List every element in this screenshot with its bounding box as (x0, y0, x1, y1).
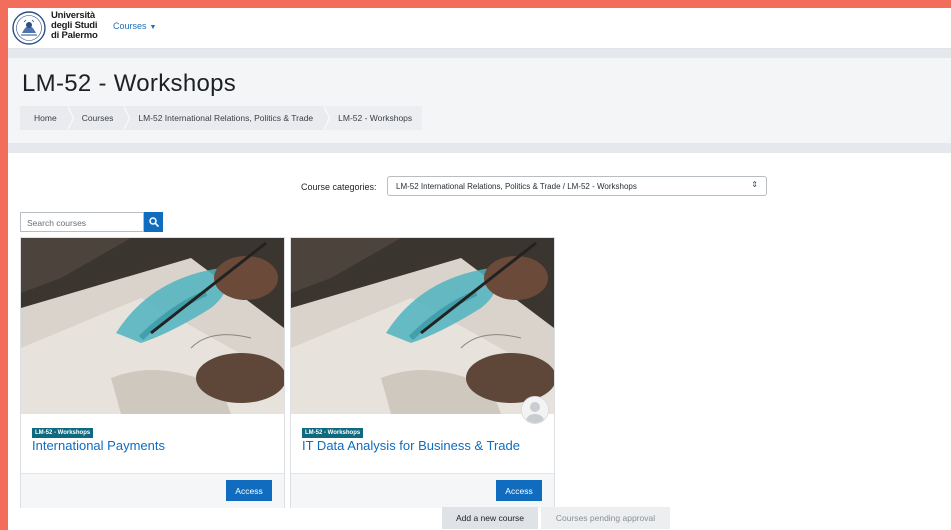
course-title-link[interactable]: International Payments (32, 438, 165, 453)
access-button[interactable]: Access (496, 480, 542, 501)
search-box (20, 212, 151, 232)
breadcrumb-home[interactable]: Home (20, 106, 74, 130)
university-seal-icon[interactable] (12, 11, 46, 45)
course-card-footer: Access (291, 473, 554, 508)
chevron-updown-icon: ⇕ (751, 180, 758, 189)
search-input[interactable] (21, 214, 151, 232)
access-button[interactable]: Access (226, 480, 272, 501)
course-card-footer: Access (21, 473, 284, 508)
breadcrumb-current[interactable]: LM-52 - Workshops (323, 106, 423, 130)
add-course-button[interactable]: Add a new course (442, 507, 538, 529)
breadcrumb-category[interactable]: LM-52 International Relations, Politics … (123, 106, 330, 130)
search-icon (148, 217, 159, 227)
course-card: LM-52 - Workshops IT Data Analysis for B… (290, 237, 555, 508)
course-category-badge: LM-52 - Workshops (302, 428, 364, 438)
caret-down-icon: ▼ (149, 24, 157, 31)
course-image[interactable] (21, 238, 284, 414)
courses-menu-label: Courses (113, 21, 147, 31)
breadcrumb-courses[interactable]: Courses (67, 106, 130, 130)
course-card: LM-52 - Workshops International Payments… (20, 237, 285, 508)
search-button[interactable] (144, 212, 163, 232)
courses-pending-approval-button[interactable]: Courses pending approval (541, 507, 670, 529)
category-select[interactable]: LM-52 International Relations, Politics … (387, 176, 767, 196)
university-logo-text[interactable]: Università degli Studi di Palermo (51, 11, 111, 41)
browser-viewport: Università degli Studi di Palermo Course… (8, 8, 951, 530)
category-select-label: Course categories: (301, 182, 377, 192)
navbar-divider (8, 49, 951, 58)
course-listing: Course categories: LM-52 International R… (8, 153, 951, 530)
page-header: LM-52 - Workshops Home Courses LM-52 Int… (8, 58, 951, 150)
courses-menu[interactable]: Courses ▼ (113, 21, 156, 31)
top-navbar: Università degli Studi di Palermo Course… (8, 8, 951, 49)
category-select-value: LM-52 International Relations, Politics … (396, 182, 637, 191)
user-avatar-icon[interactable] (521, 396, 549, 424)
header-divider (8, 143, 951, 153)
page-title: LM-52 - Workshops (22, 70, 237, 97)
course-category-badge: LM-52 - Workshops (32, 428, 94, 438)
course-image[interactable] (291, 238, 554, 414)
logo-line-3: di Palermo (51, 30, 98, 41)
breadcrumb: Home Courses LM-52 International Relatio… (20, 106, 423, 130)
course-title-link[interactable]: IT Data Analysis for Business & Trade (302, 438, 520, 453)
